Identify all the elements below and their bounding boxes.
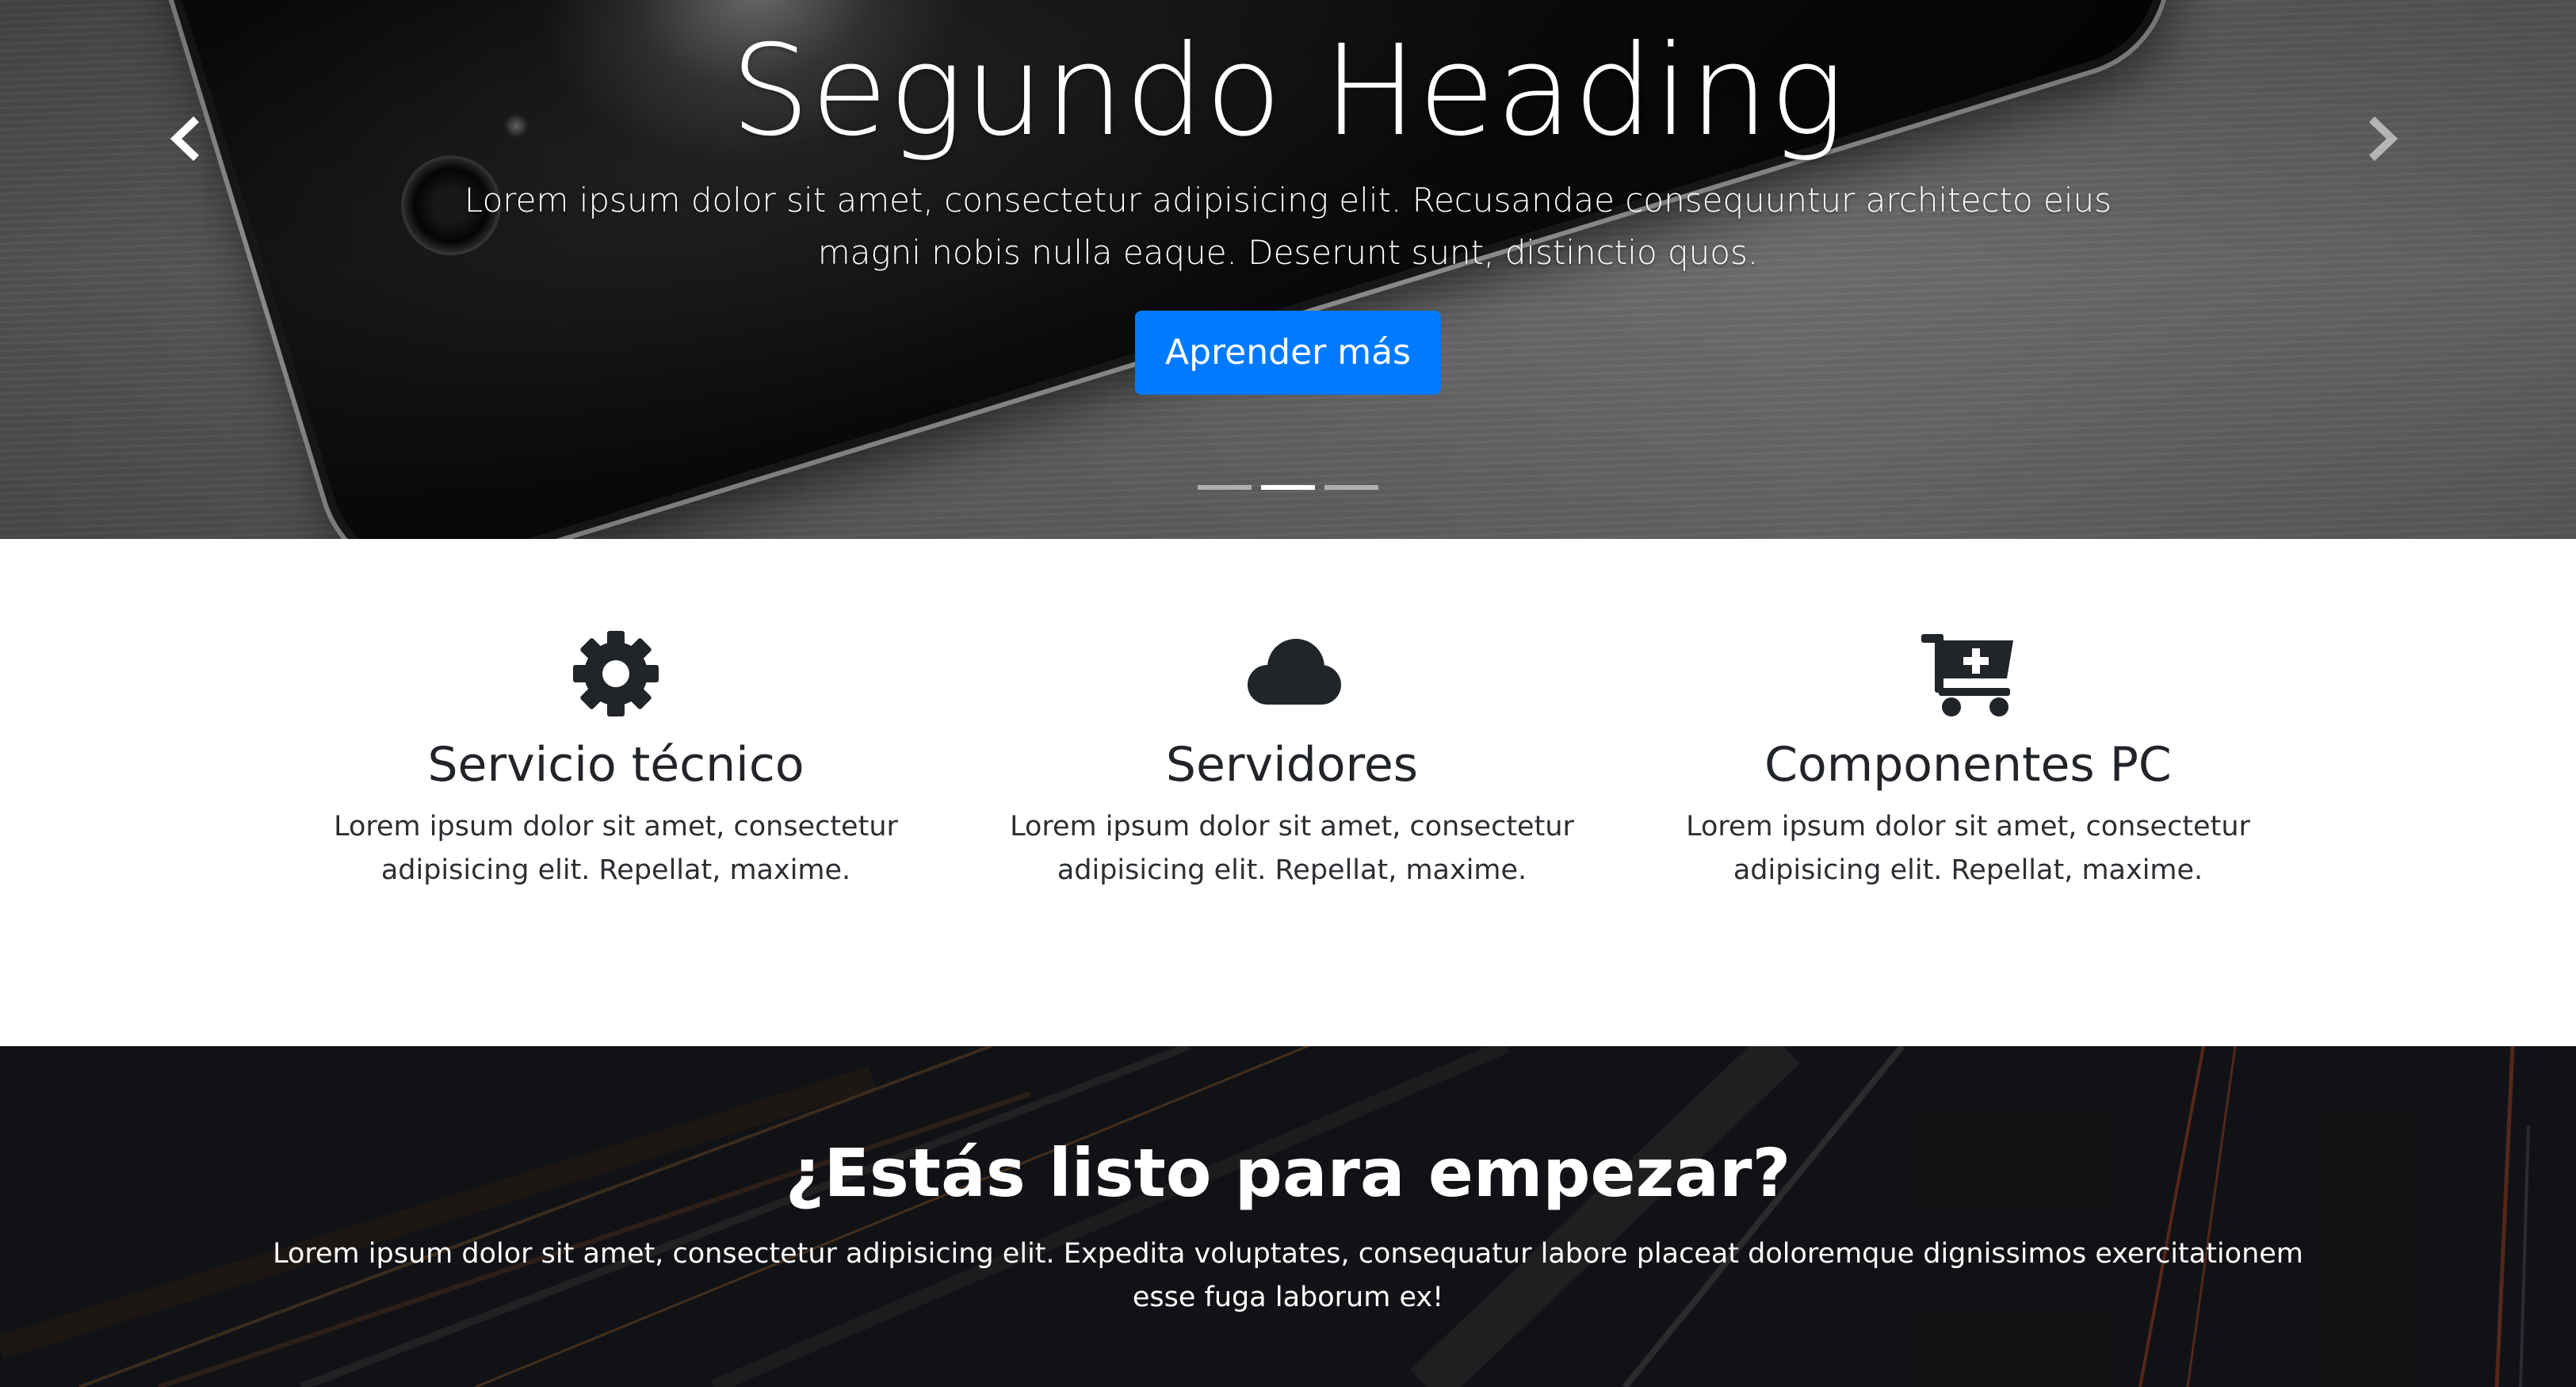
feature-text: Lorem ipsum dolor sit amet, consectetur …: [1686, 811, 2250, 886]
features-section: Servicio técnico Lorem ipsum dolor sit a…: [0, 539, 2576, 1046]
cta-section: ¿Estás listo para empezar? Lorem ipsum d…: [0, 1046, 2576, 1387]
feature-servicio-tecnico: Servicio técnico Lorem ipsum dolor sit a…: [323, 626, 909, 892]
feature-title: Componentes PC: [1764, 737, 2172, 793]
learn-more-button[interactable]: Aprender más: [1135, 311, 1441, 395]
carousel-indicator-2[interactable]: [1261, 485, 1315, 490]
gear-icon: [573, 631, 659, 716]
cta-title: ¿Estás listo para empezar?: [785, 1134, 1791, 1212]
feature-componentes-pc: Componentes PC Lorem ipsum dolor sit ame…: [1675, 626, 2261, 892]
feature-text: Lorem ipsum dolor sit amet, consectetur …: [334, 811, 898, 886]
cta-text: Lorem ipsum dolor sit amet, consectetur …: [273, 1238, 2303, 1313]
feature-text: Lorem ipsum dolor sit amet, consectetur …: [1010, 811, 1574, 886]
hero-description: Lorem ipsum dolor sit amet, consectetur …: [464, 181, 2112, 272]
hero-title: Segundo Heading: [730, 18, 1846, 164]
carousel-indicators: [0, 485, 2576, 490]
feature-title: Servicio técnico: [427, 737, 805, 793]
feature-servidores: Servidores Lorem ipsum dolor sit amet, c…: [999, 626, 1585, 892]
feature-title: Servidores: [1165, 737, 1419, 793]
cta-content: ¿Estás listo para empezar? Lorem ipsum d…: [0, 1129, 2576, 1320]
carousel-indicator-1[interactable]: [1198, 485, 1252, 490]
cart-plus-icon: [1921, 634, 2013, 716]
carousel-indicator-3[interactable]: [1324, 485, 1378, 490]
cloud-icon: [1248, 639, 1341, 705]
hero-caption: Segundo Heading Lorem ipsum dolor sit am…: [0, 0, 2576, 395]
hero-carousel: Segundo Heading Lorem ipsum dolor sit am…: [0, 0, 2576, 539]
